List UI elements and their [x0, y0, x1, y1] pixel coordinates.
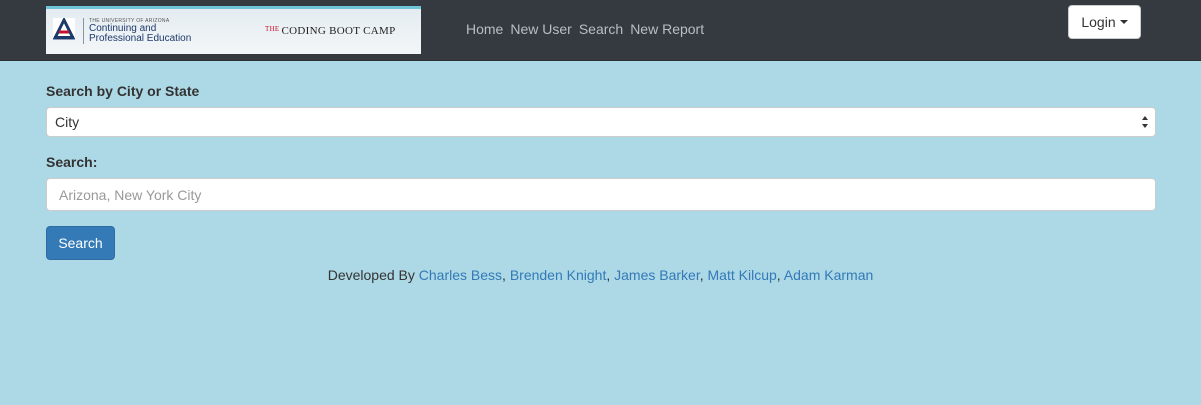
- select-value: City: [55, 114, 80, 130]
- developer-link[interactable]: Brenden Knight: [510, 267, 607, 283]
- nav-search[interactable]: Search: [579, 21, 623, 37]
- bootcamp-prefix: THE: [265, 25, 280, 33]
- search-input[interactable]: [46, 178, 1156, 211]
- select-label: Search by City or State: [46, 83, 200, 99]
- developer-link[interactable]: Charles Bess: [419, 267, 502, 283]
- credits-separator: ,: [606, 267, 611, 283]
- credits-prefix: Developed By: [327, 267, 415, 283]
- university-a-logo-icon: [53, 18, 75, 40]
- select-arrows-icon: [1142, 116, 1148, 128]
- nav-new-report[interactable]: New Report: [630, 21, 704, 37]
- login-label: Login: [1081, 14, 1116, 30]
- developer-credits: Developed By Charles Bess, Brenden Knigh…: [0, 267, 1201, 283]
- search-button[interactable]: Search: [46, 226, 115, 260]
- main-nav: Home New User Search New Report: [466, 21, 711, 37]
- nav-new-user[interactable]: New User: [510, 21, 571, 37]
- developer-link[interactable]: Adam Karman: [784, 267, 873, 283]
- credits-separator: ,: [776, 267, 781, 283]
- bootcamp-title: CODING BOOT CAMP: [281, 25, 396, 37]
- city-state-select[interactable]: City: [46, 107, 1156, 137]
- credits-separator: ,: [699, 267, 704, 283]
- search-label: Search:: [46, 154, 98, 170]
- developer-link[interactable]: Matt Kilcup: [708, 267, 777, 283]
- nav-home[interactable]: Home: [466, 21, 503, 37]
- brand-logo[interactable]: THE UNIVERSITY OF ARIZONA Continuing and…: [46, 6, 421, 54]
- caret-down-icon: [1119, 20, 1128, 24]
- department-line-2: Professional Education: [89, 33, 192, 44]
- login-dropdown-button[interactable]: Login: [1068, 5, 1141, 39]
- bootcamp-name: THE CODING BOOT CAMP: [265, 25, 396, 37]
- developer-link[interactable]: James Barker: [614, 267, 700, 283]
- top-navbar: THE UNIVERSITY OF ARIZONA Continuing and…: [0, 0, 1201, 61]
- logo-divider: [83, 18, 84, 44]
- credits-separator: ,: [502, 267, 506, 283]
